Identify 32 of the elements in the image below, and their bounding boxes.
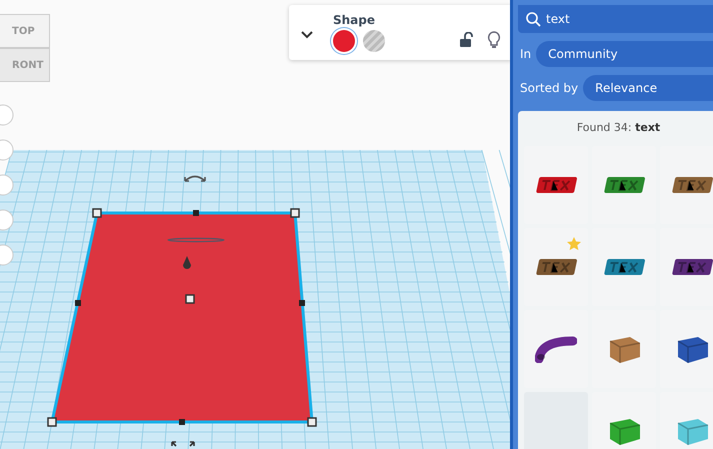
side-handle[interactable] xyxy=(193,210,199,216)
corner-handle[interactable] xyxy=(47,417,57,427)
move-arrows-icon[interactable] xyxy=(171,441,195,447)
text-model-thumbnail xyxy=(534,174,578,196)
lightbulb-icon[interactable] xyxy=(487,30,501,48)
hole-swatch[interactable] xyxy=(363,30,385,52)
center-handle[interactable] xyxy=(185,294,195,304)
text-model-thumbnail xyxy=(602,256,646,278)
search-field[interactable]: text xyxy=(518,5,713,33)
text-model-thumbnail xyxy=(534,256,578,278)
color-swatch[interactable] xyxy=(333,30,355,52)
filter-label: Sorted by xyxy=(519,81,578,95)
curved-tube-thumbnail xyxy=(535,335,577,363)
side-handle[interactable] xyxy=(179,419,185,425)
height-handle[interactable] xyxy=(167,238,225,242)
drop-icon[interactable] xyxy=(183,256,191,269)
text-model-thumbnail xyxy=(602,174,646,196)
filter-dropdown[interactable]: Community xyxy=(536,41,713,67)
results-count: Found 34: text xyxy=(576,121,662,134)
panel-title: Shape xyxy=(333,13,376,27)
chevron-down-icon[interactable] xyxy=(301,30,313,38)
text-model-thumbnail xyxy=(670,174,713,196)
side-handle[interactable] xyxy=(299,300,305,306)
side-handle[interactable] xyxy=(75,300,81,306)
filter-label: In xyxy=(519,47,532,61)
corner-handle[interactable] xyxy=(92,208,102,218)
corner-handle[interactable] xyxy=(290,208,300,218)
padlock-icon[interactable] xyxy=(459,32,473,48)
filter-dropdown[interactable]: Relevance xyxy=(583,75,713,101)
text-model-thumbnail xyxy=(670,256,713,278)
corner-handle[interactable] xyxy=(307,417,317,427)
rotate-arrow-icon[interactable] xyxy=(184,176,206,182)
